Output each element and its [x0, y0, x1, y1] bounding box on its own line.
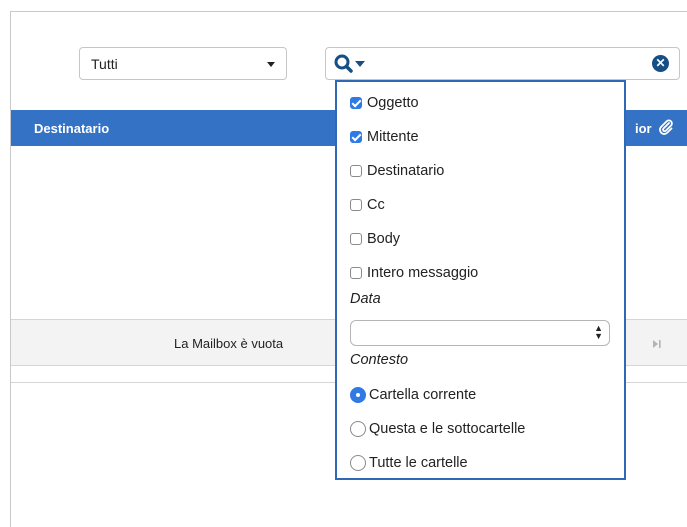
search-box[interactable]: ✕ [325, 47, 680, 80]
search-field-label: Intero messaggio [367, 265, 479, 281]
search-options-toggle[interactable] [334, 54, 372, 74]
context-section-label: Contesto [350, 352, 409, 368]
context-option-sottocartelle[interactable]: Questa e le sottocartelle [350, 418, 525, 440]
context-option-label: Cartella corrente [369, 387, 477, 403]
date-section-label: Data [350, 291, 381, 307]
checkbox-icon[interactable] [350, 165, 362, 177]
context-option-label: Tutte le cartelle [369, 455, 468, 471]
checkbox-icon[interactable] [350, 233, 362, 245]
search-field-destinatario[interactable]: Destinatario [350, 160, 444, 182]
magnifier-dropdown-icon [334, 54, 365, 73]
search-field-label: Mittente [367, 129, 419, 145]
caret-down-icon [267, 62, 275, 67]
last-page-icon[interactable] [652, 337, 662, 352]
date-select[interactable]: ▲ ▼ [350, 320, 610, 346]
checkbox-icon[interactable] [350, 199, 362, 211]
search-field-oggetto[interactable]: Oggetto [350, 92, 419, 114]
column-header-partial[interactable]: ior [635, 121, 652, 136]
radio-icon[interactable] [350, 421, 366, 437]
updown-arrows-icon: ▲ ▼ [594, 323, 603, 341]
search-field-intero-messaggio[interactable]: Intero messaggio [350, 262, 478, 284]
search-field-label: Oggetto [367, 95, 419, 111]
empty-mailbox-message: La Mailbox è vuota [174, 336, 284, 351]
checkbox-icon[interactable] [350, 131, 362, 143]
context-option-label: Questa e le sottocartelle [369, 421, 526, 437]
search-field-body[interactable]: Body [350, 228, 400, 250]
column-header-destinatario[interactable]: Destinatario [34, 121, 109, 136]
search-field-label: Body [367, 231, 401, 247]
filter-selected-value: Tutti [91, 56, 118, 72]
context-option-cartella-corrente[interactable]: Cartella corrente [350, 384, 476, 406]
checkbox-icon[interactable] [350, 97, 362, 109]
search-field-mittente[interactable]: Mittente [350, 126, 419, 148]
search-field-label: Destinatario [367, 163, 445, 179]
search-field-cc[interactable]: Cc [350, 194, 385, 216]
radio-icon[interactable] [350, 387, 366, 403]
context-option-tutte-le-cartelle[interactable]: Tutte le cartelle [350, 452, 468, 474]
checkbox-icon[interactable] [350, 267, 362, 279]
attachment-icon[interactable] [659, 119, 673, 138]
search-options-dropdown: Oggetto Mittente Destinatario Cc Body In… [335, 80, 626, 480]
clear-search-button[interactable]: ✕ [652, 55, 669, 72]
filter-select[interactable]: Tutti [79, 47, 287, 80]
search-field-label: Cc [367, 197, 385, 213]
radio-icon[interactable] [350, 455, 366, 471]
